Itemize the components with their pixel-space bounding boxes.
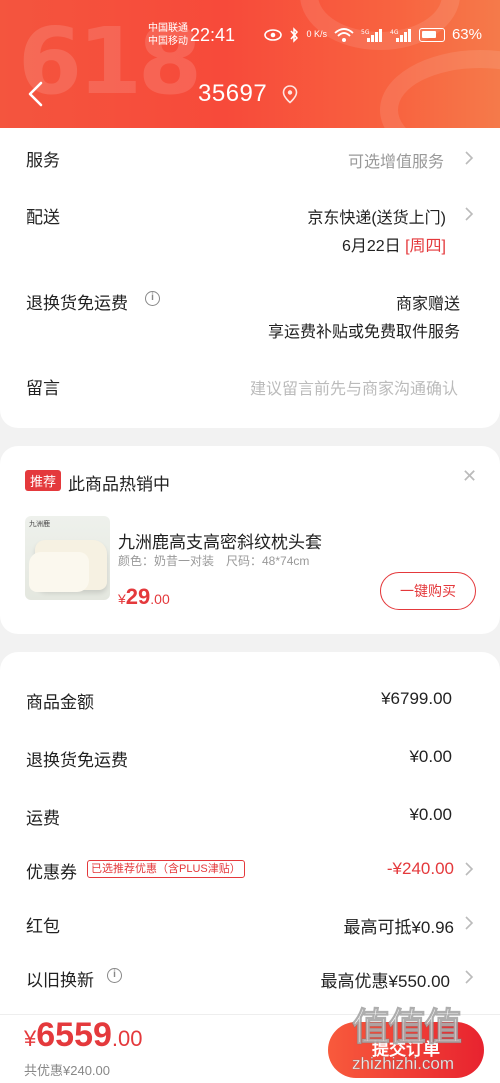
chevron-right-icon[interactable] xyxy=(464,970,474,984)
status-bar: 中国联通 中国移动 22:41 0 K/s 5G 4G 63% xyxy=(0,20,500,54)
chevron-right-icon[interactable] xyxy=(464,862,474,876)
carrier-info: 中国联通 中国移动 xyxy=(148,23,188,47)
product-price: ¥29.00 xyxy=(118,584,170,609)
red-packet-value[interactable]: 最高可抵¥0.96 xyxy=(343,913,454,938)
bluetooth-icon xyxy=(290,26,299,43)
eye-icon xyxy=(264,28,283,41)
info-icon[interactable]: i xyxy=(107,968,122,983)
coupon-tag: 已选推荐优惠（含PLUS津贴） xyxy=(87,860,245,878)
return-free-sub: 享运费补贴或免费取件服务 xyxy=(267,324,460,341)
info-icon[interactable]: i xyxy=(145,291,160,306)
return-free-value: 商家赠送 xyxy=(395,296,460,313)
decor-swirl xyxy=(380,50,500,128)
submit-order-button[interactable]: 提交订单 xyxy=(328,1022,484,1078)
delivery-weekday: [周四] xyxy=(405,238,446,255)
net-speed: 0 K/s xyxy=(306,29,327,39)
close-icon[interactable]: ✕ xyxy=(462,466,477,487)
svg-text:4G: 4G xyxy=(390,29,399,36)
delivery-date: 6月22日 [周四] xyxy=(341,238,446,255)
header: 618 中国联通 中国移动 22:41 0 K/s 5G 4G 63% 3569… xyxy=(0,0,500,128)
chevron-right-icon[interactable] xyxy=(464,916,474,930)
address-title[interactable]: 35697 xyxy=(198,80,267,108)
coupon-label: 优惠券 xyxy=(26,863,77,882)
message-input[interactable]: 建议留言前先与商家沟通确认 xyxy=(250,375,458,399)
signal-5g-icon: 5G xyxy=(361,28,382,42)
goods-amount-value: ¥6799.00 xyxy=(381,689,452,708)
total-price: ¥6559.00 xyxy=(24,1016,143,1054)
service-label: 服务 xyxy=(26,151,60,170)
one-click-buy-button[interactable]: 一键购买 xyxy=(380,572,476,610)
back-arrow-icon[interactable] xyxy=(26,80,44,108)
trade-in-label: 以旧换新 xyxy=(26,971,94,990)
battery-icon xyxy=(418,27,445,42)
service-value[interactable]: 可选增值服务 xyxy=(348,148,444,172)
delivery-value[interactable]: 京东快递(送货上门) xyxy=(307,204,446,228)
freight-label: 运费 xyxy=(26,809,60,828)
wifi-icon xyxy=(334,27,354,42)
goods-amount-label: 商品金额 xyxy=(26,693,94,712)
signal-4g-icon: 4G xyxy=(390,28,411,42)
product-name[interactable]: 九洲鹿高支高密斜纹枕头套 xyxy=(118,528,322,553)
coupon-value[interactable]: -¥240.00 xyxy=(387,859,454,879)
pillow-shape xyxy=(29,552,89,592)
recommend-title: 此商品热销中 xyxy=(68,475,170,494)
product-spec: 颜色：奶昔一对装 尺码：48*74cm xyxy=(118,554,310,568)
return-free-fee-label: 退换货免运费 xyxy=(26,751,128,770)
svg-text:5G: 5G xyxy=(361,29,370,36)
brand-logo: 九洲鹿 xyxy=(29,521,50,528)
recommend-tag: 推荐 xyxy=(25,470,62,491)
chevron-right-icon[interactable] xyxy=(464,151,474,165)
message-label: 留言 xyxy=(26,379,60,398)
delivery-label: 配送 xyxy=(26,208,60,227)
return-free-fee-value: ¥0.00 xyxy=(409,747,452,766)
saved-amount: 共优惠¥240.00 xyxy=(24,1063,110,1078)
chevron-right-icon[interactable] xyxy=(464,207,474,221)
battery-percent: 63% xyxy=(451,26,482,43)
trade-in-value[interactable]: 最高优惠¥550.00 xyxy=(321,967,450,992)
freight-value: ¥0.00 xyxy=(409,805,452,824)
product-image[interactable]: 九洲鹿 xyxy=(25,516,110,600)
location-pin-icon[interactable] xyxy=(280,84,300,104)
red-packet-label: 红包 xyxy=(26,917,60,936)
status-icons: 0 K/s 5G 4G 63% xyxy=(264,26,482,43)
return-free-label: 退换货免运费 xyxy=(26,294,128,313)
status-time: 22:41 xyxy=(190,25,236,45)
